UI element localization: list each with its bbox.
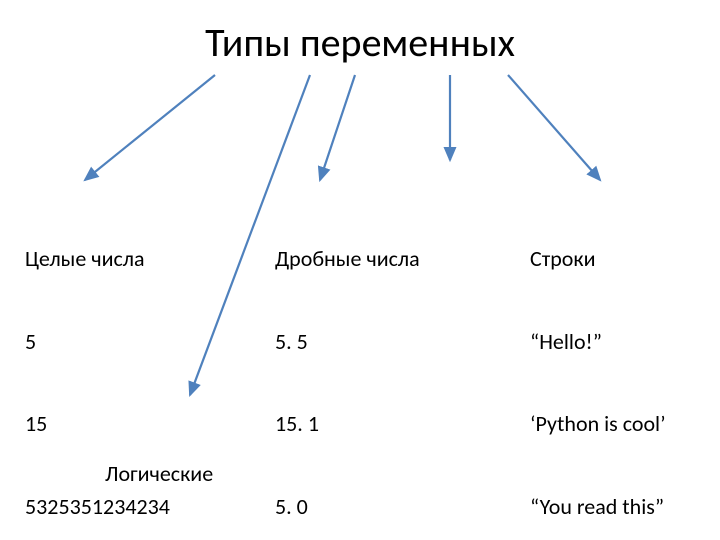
slide: Типы переменных Целые числа 5 15 5325351… (0, 0, 720, 540)
floats-line-2: 15. 1 (275, 410, 420, 438)
floats-block: Дробные числа 5. 5 15. 1 5. 0 (275, 190, 420, 540)
floats-line-3: 5. 0 (275, 493, 420, 521)
floats-heading: Дробные числа (275, 245, 420, 273)
booleans-heading: Логические (105, 460, 246, 488)
arrow-to-strings (508, 75, 600, 180)
strings-heading: Строки (530, 245, 677, 273)
strings-line-2: ‘Python is cool’ (530, 410, 677, 438)
strings-line-1: “Hello!” (530, 328, 677, 356)
strings-line-3: “You read this” (530, 493, 677, 521)
strings-block: Строки “Hello!” ‘Python is cool’ “You re… (530, 190, 677, 540)
integers-line-1: 5 (25, 328, 170, 356)
integers-heading: Целые числа (25, 245, 170, 273)
arrow-to-integers (85, 75, 215, 180)
booleans-block: Логические - True (правда) - False (ложь… (105, 405, 246, 540)
arrow-to-floats-1 (320, 75, 355, 180)
slide-title: Типы переменных (0, 18, 720, 67)
floats-line-1: 5. 5 (275, 328, 420, 356)
